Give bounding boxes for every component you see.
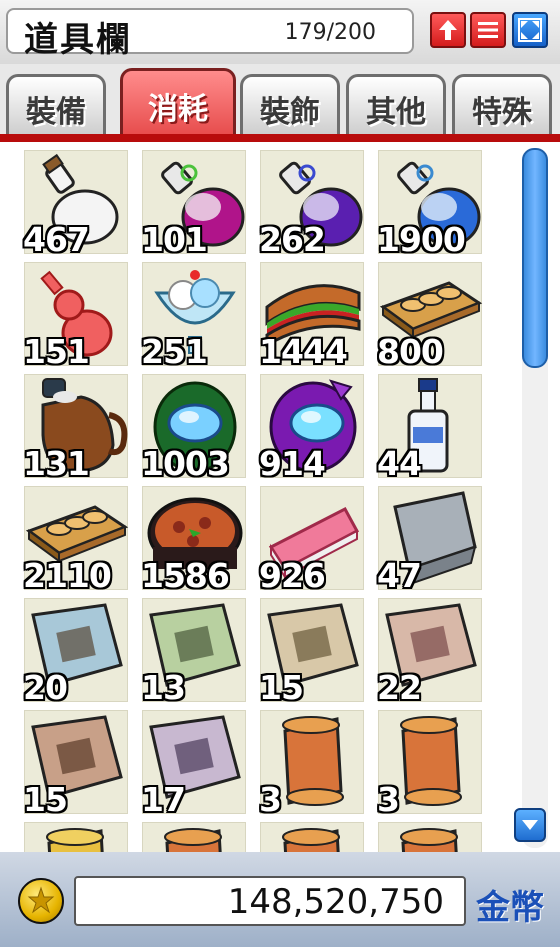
item-slot[interactable]: 1003: [141, 374, 246, 483]
item-quantity: 47: [377, 556, 422, 595]
item-slot[interactable]: 3: [377, 710, 482, 819]
item-slot[interactable]: 131: [23, 374, 128, 483]
orange-scroll-icon: [400, 828, 458, 852]
item-slot[interactable]: [142, 822, 246, 852]
item-quantity: 1003: [141, 444, 230, 483]
item-quantity: 20: [23, 668, 68, 707]
item-slot[interactable]: 914: [259, 374, 364, 483]
money-amount: 148,520,750: [227, 882, 444, 922]
item-slot[interactable]: 1586: [141, 486, 246, 595]
category-tabs: 裝備 消耗 裝飾 其他 特殊: [0, 64, 560, 140]
item-slot[interactable]: 3: [259, 710, 364, 819]
chevron-down-icon: [522, 820, 538, 830]
item-quantity: 262: [259, 220, 326, 259]
tab-label: 消耗: [148, 91, 208, 127]
expand-button[interactable]: [512, 12, 548, 48]
scroll-down-button[interactable]: [514, 808, 546, 842]
item-slot[interactable]: 22: [377, 598, 482, 707]
item-quantity: 15: [23, 780, 68, 819]
gold-coin-icon: [18, 878, 64, 924]
tab-underline: [0, 134, 560, 142]
orange-scroll-icon: [282, 828, 340, 852]
title-bar: 道具欄 179/200: [0, 0, 560, 64]
item-quantity: 1444: [259, 332, 348, 371]
item-quantity: 3: [259, 780, 282, 819]
item-slot[interactable]: 151: [23, 262, 128, 371]
scroll-thumb[interactable]: [522, 148, 548, 368]
tab-consumable[interactable]: 消耗: [120, 68, 236, 140]
item-quantity: 926: [259, 556, 326, 595]
item-quantity: 467: [23, 220, 90, 259]
item-quantity: 2110: [23, 556, 112, 595]
item-slot[interactable]: [378, 822, 482, 852]
sort-up-button[interactable]: [430, 12, 466, 48]
item-grid: 467 101 262 1900 151 251 1444 800 131 10…: [0, 142, 512, 852]
item-quantity: 15: [259, 668, 304, 707]
item-slot[interactable]: 2110: [23, 486, 129, 595]
arrow-up-icon: [439, 20, 457, 40]
item-quantity: 251: [141, 332, 208, 371]
item-slot[interactable]: 20: [23, 598, 128, 707]
item-slot[interactable]: 17: [141, 710, 246, 819]
item-slot[interactable]: 1900: [377, 150, 482, 259]
scrollbar[interactable]: [512, 142, 560, 852]
item-quantity: 1586: [141, 556, 230, 595]
tab-decoration[interactable]: 裝飾: [240, 74, 340, 140]
tab-label: 其他: [366, 94, 426, 130]
item-slot[interactable]: 926: [259, 486, 364, 595]
currency-label: 金幣: [476, 888, 544, 928]
menu-icon: [478, 22, 498, 38]
item-quantity: 1900: [377, 220, 466, 259]
item-slot[interactable]: 15: [23, 710, 128, 819]
item-quantity: 3: [377, 780, 400, 819]
title-box: 道具欄 179/200: [6, 8, 414, 60]
item-slot[interactable]: 1444: [259, 262, 364, 371]
item-slot[interactable]: 800: [377, 262, 483, 371]
menu-button[interactable]: [470, 12, 506, 48]
tab-label: 特殊: [472, 94, 532, 130]
tab-label: 裝飾: [260, 94, 320, 130]
tab-label: 裝備: [26, 94, 86, 130]
item-quantity: 44: [377, 444, 422, 483]
item-quantity: 101: [141, 220, 208, 259]
item-slot[interactable]: 467: [23, 150, 128, 259]
star-icon: [27, 886, 55, 914]
tab-special[interactable]: 特殊: [452, 74, 552, 140]
item-quantity: 13: [141, 668, 186, 707]
item-quantity: 914: [259, 444, 326, 483]
window-title: 道具欄: [24, 20, 132, 60]
item-slot[interactable]: 101: [141, 150, 246, 259]
item-slot[interactable]: [260, 822, 364, 852]
item-quantity: 800: [377, 332, 444, 371]
expand-icon: [518, 18, 542, 42]
item-slot[interactable]: 13: [141, 598, 246, 707]
item-slot[interactable]: 251: [141, 262, 246, 371]
item-slot[interactable]: 15: [259, 598, 364, 707]
item-quantity: 151: [23, 332, 90, 371]
item-slot[interactable]: 44: [377, 374, 482, 483]
item-slot[interactable]: 262: [259, 150, 364, 259]
tab-other[interactable]: 其他: [346, 74, 446, 140]
orange-scroll-icon: [164, 828, 222, 852]
yellow-scroll-icon: [46, 828, 104, 852]
tab-equipment[interactable]: 裝備: [6, 74, 106, 140]
item-quantity: 17: [141, 780, 186, 819]
inventory-capacity: 179/200: [284, 20, 376, 45]
money-display: 148,520,750: [74, 876, 466, 926]
scroll-track[interactable]: [522, 148, 548, 848]
item-quantity: 131: [23, 444, 90, 483]
item-slot[interactable]: 47: [377, 486, 482, 595]
item-slot[interactable]: [24, 822, 128, 852]
item-quantity: 22: [377, 668, 422, 707]
